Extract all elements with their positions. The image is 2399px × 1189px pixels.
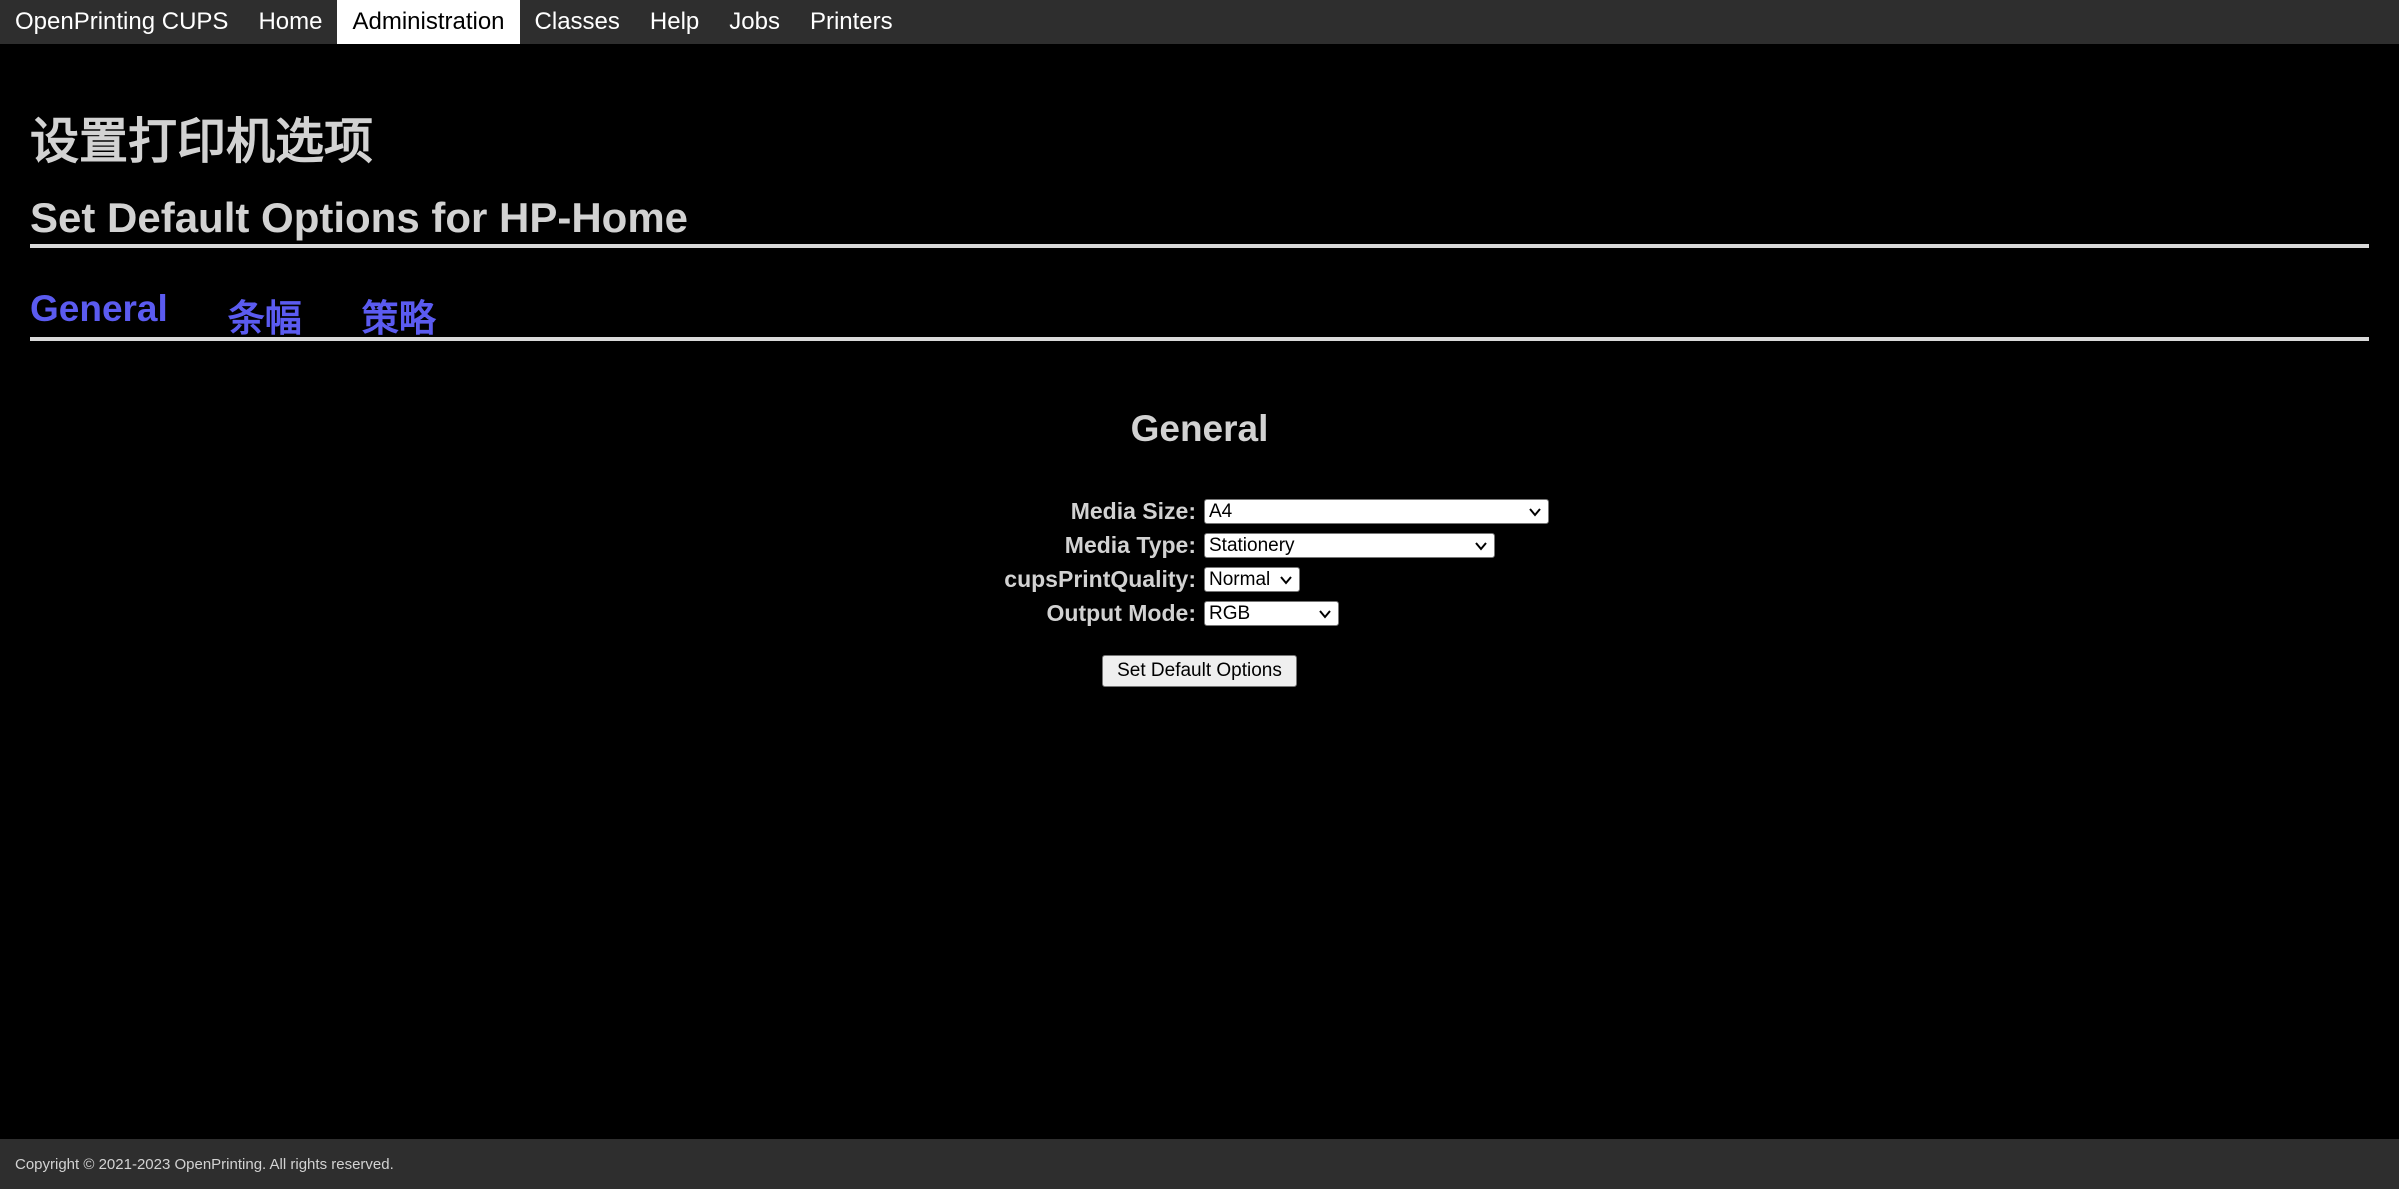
media-size-value: A4 [1209,501,1233,522]
output-mode-label: Output Mode: [1046,600,1196,626]
tab-general[interactable]: General [30,288,168,342]
chevron-down-icon [1319,610,1331,619]
print-quality-value: Normal [1209,569,1271,590]
media-size-select[interactable]: A4 [1204,499,1549,524]
section-title: General [1130,408,1269,449]
nav-brand[interactable]: OpenPrinting CUPS [0,0,243,44]
output-mode-select[interactable]: RGB [1204,601,1339,626]
media-type-label: Media Type: [1064,532,1196,558]
chevron-down-icon [1475,542,1487,551]
print-quality-label: cupsPrintQuality: [1004,566,1196,592]
tabs-divider [30,337,2369,341]
media-type-select[interactable]: Stationery [1204,533,1495,558]
nav-item-classes[interactable]: Classes [520,0,635,44]
nav-item-administration[interactable]: Administration [337,0,520,44]
media-size-label: Media Size: [1070,498,1196,524]
option-tabs: General 条幅 策略 [30,288,436,342]
tab-policies[interactable]: 策略 [362,288,436,342]
footer: Copyright © 2021-2023 OpenPrinting. All … [0,1139,2399,1189]
page-title-cn: 设置打印机选项 [30,115,374,169]
output-mode-value: RGB [1209,603,1251,624]
set-default-options-button[interactable]: Set Default Options [1102,655,1297,687]
nav-item-jobs[interactable]: Jobs [714,0,795,44]
copyright-text: Copyright © 2021-2023 OpenPrinting. All … [15,1155,394,1173]
nav-item-printers[interactable]: Printers [795,0,908,44]
top-nav: OpenPrinting CUPS Home Administration Cl… [0,0,2399,44]
chevron-down-icon [1529,508,1541,517]
print-quality-select[interactable]: Normal [1204,567,1300,592]
media-size-label-box [30,494,1197,528]
media-type-value: Stationery [1209,535,1295,556]
tab-banners[interactable]: 条幅 [228,288,302,342]
nav-item-help[interactable]: Help [635,0,714,44]
page-title: Set Default Options for HP-Home [30,194,689,241]
chevron-down-icon [1280,576,1292,585]
nav-item-home[interactable]: Home [243,0,337,44]
title-divider [30,244,2369,248]
